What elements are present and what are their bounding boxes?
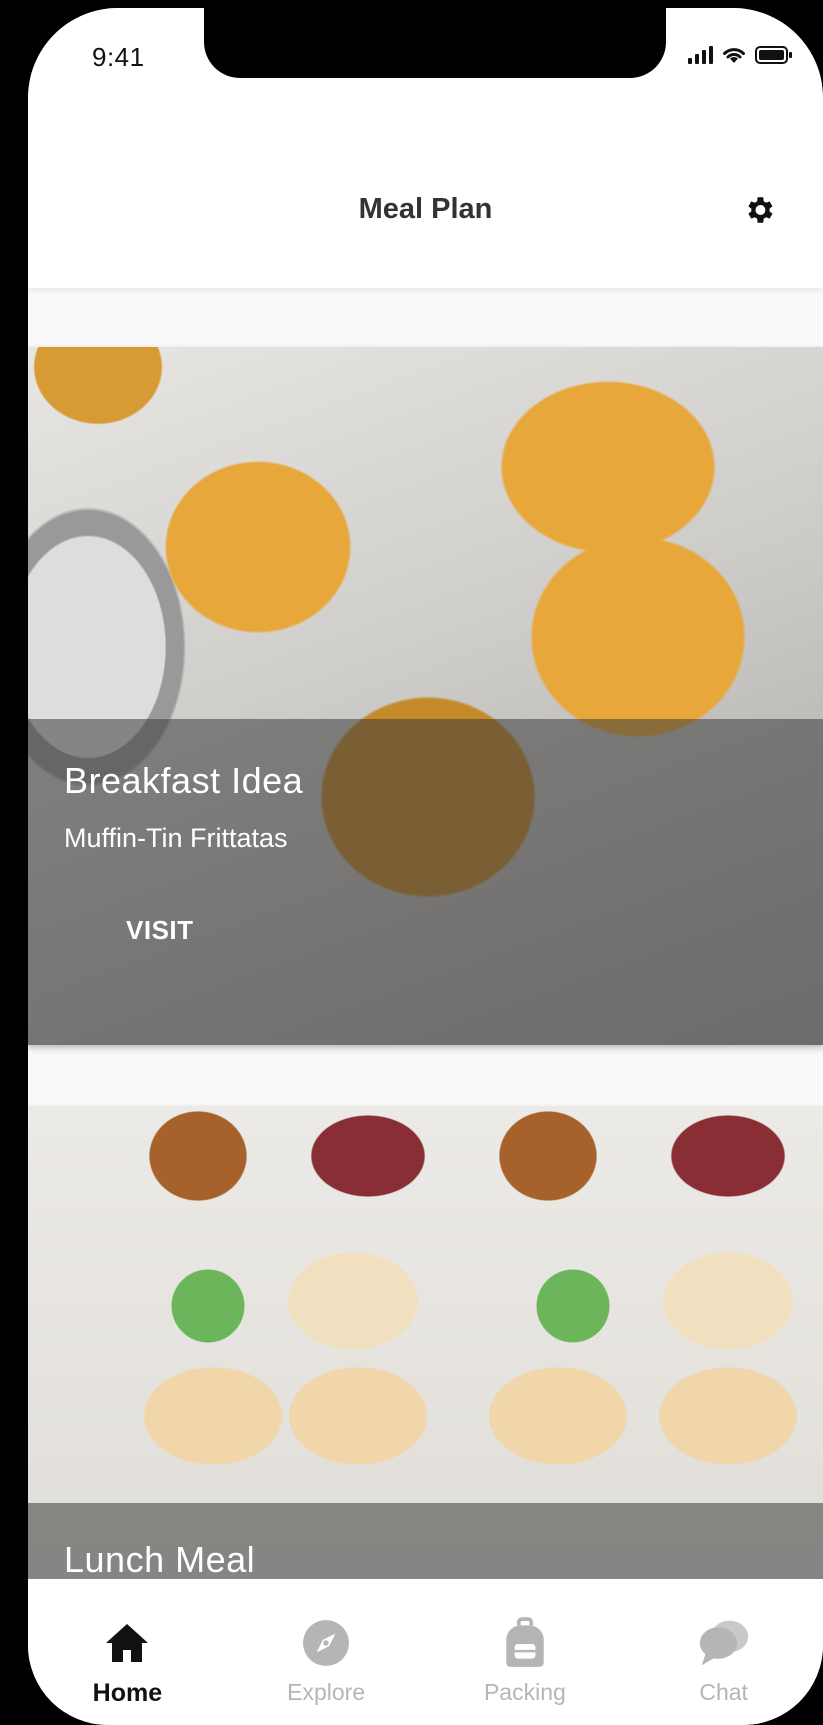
tab-label: Home (92, 1679, 163, 1707)
compass-icon (300, 1617, 352, 1669)
app-screen: 9:41 Meal Plan Breakfast Idea Muffin-Tin… (28, 8, 823, 1725)
backpack-icon (499, 1617, 551, 1669)
tab-label: Explore (287, 1679, 366, 1705)
meal-card-breakfast[interactable]: Breakfast Idea Muffin-Tin Frittatas VISI… (28, 347, 823, 1045)
device-notch (204, 8, 666, 78)
tab-label: Packing (483, 1679, 566, 1705)
status-icons (688, 45, 793, 65)
page-title: Meal Plan (358, 193, 493, 225)
tab-chat[interactable]: Chat (624, 1579, 823, 1725)
gear-icon (748, 197, 773, 223)
app-header: Meal Plan (28, 98, 823, 288)
wifi-icon (723, 48, 745, 63)
status-time: 9:41 (92, 42, 145, 72)
tab-label: Chat (699, 1679, 748, 1705)
visit-button[interactable]: VISIT (126, 915, 194, 946)
card-subtitle: Muffin-Tin Frittatas (64, 823, 288, 853)
battery-icon (755, 46, 792, 64)
cellular-signal-icon (688, 46, 713, 64)
meal-feed[interactable]: Breakfast Idea Muffin-Tin Frittatas VISI… (28, 288, 823, 1666)
home-icon (101, 1617, 153, 1669)
bottom-tab-bar: Home Explore Packing Chat (28, 1579, 823, 1725)
tab-home[interactable]: Home (28, 1579, 227, 1725)
card-title: Breakfast Idea (64, 760, 304, 801)
chat-icon (698, 1617, 750, 1669)
card-title: Lunch Meal (64, 1539, 256, 1580)
settings-button[interactable] (739, 190, 779, 230)
tab-explore[interactable]: Explore (227, 1579, 426, 1725)
phone-frame: 9:41 Meal Plan Breakfast Idea Muffin-Tin… (0, 0, 823, 1725)
tab-packing[interactable]: Packing (426, 1579, 625, 1725)
